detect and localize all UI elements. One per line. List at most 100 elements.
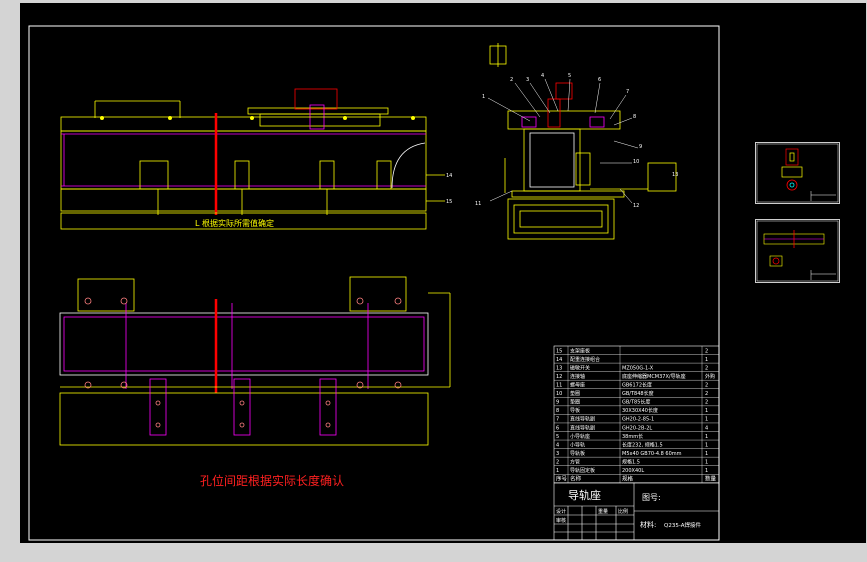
bom-cell: 2 xyxy=(556,459,559,465)
bom-header-cell: 数量 xyxy=(705,475,717,483)
title-block-design-label: 设计 xyxy=(556,508,566,515)
thumbnail-side-view[interactable] xyxy=(755,142,840,204)
svg-text:4: 4 xyxy=(541,73,544,79)
front-elevation-dots xyxy=(100,116,415,120)
bom-header-cell: 名称 xyxy=(570,475,582,483)
title-block-weight-label: 重量 xyxy=(598,508,608,515)
svg-text:14: 14 xyxy=(446,173,452,179)
title-block-material-label: 材料: xyxy=(640,520,656,529)
bom-cell: M5x40 GB70-4.8 60mm xyxy=(622,451,682,457)
svg-text:13: 13 xyxy=(672,172,678,178)
bom-cell: 3 xyxy=(556,451,559,457)
bom-cell: 1 xyxy=(705,417,708,423)
bom-cell: 导轨固定板 xyxy=(570,467,595,474)
thumbnail-side-view-graphic xyxy=(756,143,839,203)
drawing-note: 孔位间距根据实际长度确认 xyxy=(200,473,344,488)
title-block-drawing-no: 图号: xyxy=(642,493,661,502)
thumbnail-front-view[interactable] xyxy=(755,219,840,283)
bill-of-materials: 15 支架座板 214 配重连接组合 113 磁敏开关 MZ050G-1-X 212 连接轴 底座… xyxy=(553,345,720,484)
svg-text:11: 11 xyxy=(475,201,481,207)
bom-cell: MZ050G-1-X xyxy=(622,365,654,371)
bom-cell: 长度232, 规格1.5 xyxy=(622,441,663,448)
bom-cell: 螺母座 xyxy=(570,382,585,389)
bom-cell: 导轨板 xyxy=(570,450,585,457)
bom-cell: 小导轨座 xyxy=(570,433,590,440)
bom-cell: 38mm长 xyxy=(622,433,643,440)
bom-cell: 4 xyxy=(556,442,559,448)
bom-cell: 方管 xyxy=(570,458,580,465)
svg-text:6: 6 xyxy=(598,77,601,83)
bom-cell: 2 xyxy=(705,383,708,389)
bom-cell: 1 xyxy=(705,468,708,474)
svg-text:15: 15 xyxy=(446,199,452,205)
bom-cell: 配重连接组合 xyxy=(570,356,600,363)
drawing-canvas: L 根据实际所需值确定 1 2 3 4 5 6 7 8 9 10 11 12 1… xyxy=(28,25,720,541)
bom-cell: 小导轨 xyxy=(570,441,585,448)
bom-cell: 规格1.5 xyxy=(622,458,640,465)
bom-cell: GB/T85长度 xyxy=(622,399,650,406)
section-view xyxy=(489,43,677,240)
bom-cell: 2 xyxy=(705,348,708,354)
bom-header-cell: 规格 xyxy=(622,475,634,483)
bom-cell: 1 xyxy=(705,434,708,440)
bom-cell: 直线导轨副 xyxy=(570,416,595,423)
svg-text:8: 8 xyxy=(633,114,636,120)
bom-cell: GB6172长度 xyxy=(622,382,652,389)
svg-text:2: 2 xyxy=(510,77,513,83)
bom-cell: 1 xyxy=(705,451,708,457)
title-block-scale-label: 比例 xyxy=(618,508,628,515)
section-label: L 根据实际所需值确定 xyxy=(195,218,274,228)
title-block-check-label: 审核 xyxy=(556,517,566,524)
title-block-title: 导轨座 xyxy=(568,488,601,502)
title-block-material-value: Q235-A焊接件 xyxy=(664,521,701,529)
bom-cell: 1 xyxy=(705,459,708,465)
bom-cell: 垫圈 xyxy=(570,390,580,397)
bom-cell: 垫圈 xyxy=(570,399,580,406)
bom-cell: 11 xyxy=(556,383,562,389)
bom-cell: 7 xyxy=(556,417,559,423)
bom-cell: 14 xyxy=(556,357,562,363)
front-elevation-view xyxy=(60,88,445,230)
bom-cell: 1 xyxy=(556,468,559,474)
svg-text:5: 5 xyxy=(568,73,571,79)
bom-cell: 1 xyxy=(705,357,708,363)
sheet-border xyxy=(28,25,720,541)
bom-cell: 15 xyxy=(556,348,562,354)
bom-header-cell: 序号 xyxy=(556,475,568,483)
bom-cell: 8 xyxy=(556,408,559,414)
svg-text:3: 3 xyxy=(526,77,529,83)
bom-cell: 1 xyxy=(705,408,708,414)
svg-text:7: 7 xyxy=(626,89,629,95)
svg-text:9: 9 xyxy=(639,144,642,150)
bom-cell: 5 xyxy=(556,434,559,440)
thumbnail-front-view-graphic xyxy=(756,220,839,282)
bom-cell: 导板 xyxy=(570,407,580,414)
bom-cell: 9 xyxy=(556,400,559,406)
bom-cell: 磁敏开关 xyxy=(570,364,590,371)
bom-cell: GB/T848长度 xyxy=(622,390,654,397)
bom-cell: 13 xyxy=(556,365,562,371)
bom-cell: 2 xyxy=(705,400,708,406)
bom-cell: GH20-2-85-1 xyxy=(622,417,654,423)
bom-cell: 1 xyxy=(705,442,708,448)
bom-cell: 连接轴 xyxy=(570,373,585,380)
bom-cell: 6 xyxy=(556,425,559,431)
section-callout-leaders xyxy=(487,78,639,204)
svg-text:10: 10 xyxy=(633,159,639,165)
bom-cell: 200X40L xyxy=(622,468,644,474)
bom-cell: 30X30X40长度 xyxy=(622,407,658,414)
plan-view xyxy=(59,276,451,446)
bom-cell: 10 xyxy=(556,391,562,397)
svg-text:1: 1 xyxy=(482,94,485,100)
drawing-sheet: L 根据实际所需值确定 1 2 3 4 5 6 7 8 9 10 11 12 1… xyxy=(20,3,866,543)
bom-cell: 4 xyxy=(705,425,708,431)
bom-cell: 12 xyxy=(556,374,562,380)
bom-cell: 直线导轨副 xyxy=(570,424,595,431)
bom-cell: 2 xyxy=(705,365,708,371)
svg-text:12: 12 xyxy=(633,203,639,209)
bom-cell: 外购 xyxy=(705,373,715,380)
bom-cell: 底座伸缩器MCM37X/导轨座 xyxy=(622,373,686,380)
bom-cell: 支架座板 xyxy=(570,347,590,354)
bom-cell: GH20-2B-2L xyxy=(622,425,652,431)
bom-cell: 2 xyxy=(705,391,708,397)
